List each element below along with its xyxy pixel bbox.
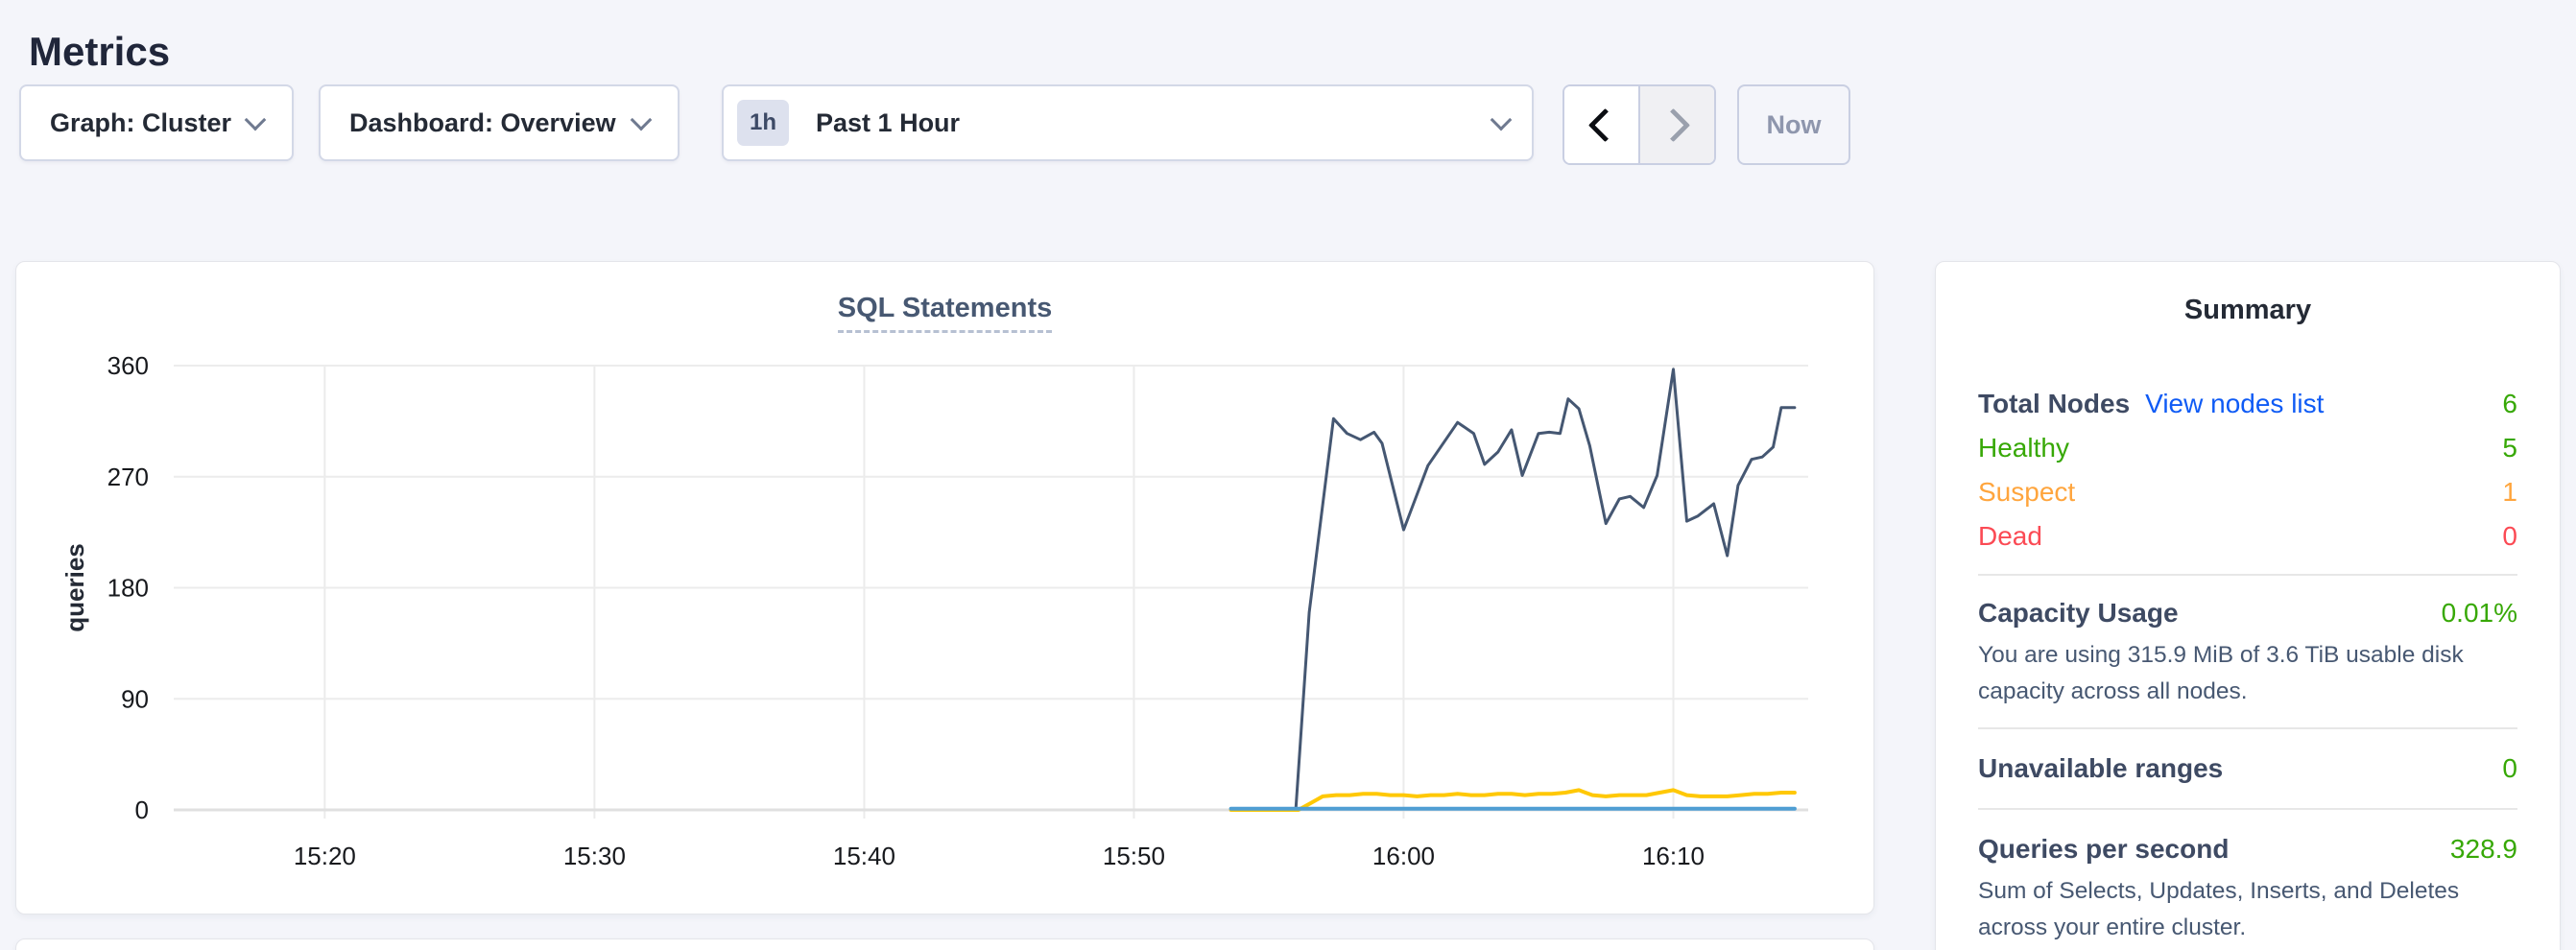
svg-text:15:50: 15:50 [1103,842,1165,870]
capacity-usage-value: 0.01% [2442,598,2517,629]
metrics-page: Metrics Graph: Cluster Dashboard: Overvi… [0,0,2576,950]
now-button[interactable]: Now [1737,84,1850,165]
time-shortcut-badge: 1h [737,100,789,146]
time-next-button[interactable] [1638,86,1714,163]
chart-title[interactable]: SQL Statements [838,293,1052,333]
svg-text:16:10: 16:10 [1642,842,1705,870]
capacity-usage-label: Capacity Usage [1978,598,2179,629]
capacity-usage-description: You are using 315.9 MiB of 3.6 TiB usabl… [1978,637,2517,710]
queries-per-second-description: Sum of Selects, Updates, Inserts, and De… [1978,873,2517,946]
svg-text:0: 0 [135,796,149,824]
total-nodes-value: 6 [2502,389,2517,419]
healthy-nodes-row: Healthy 5 [1978,426,2517,470]
summary-panel: Summary Total Nodes View nodes list 6 He… [1935,261,2561,950]
divider [1978,727,2517,729]
healthy-label: Healthy [1978,433,2069,463]
chevron-down-icon [631,109,653,131]
svg-text:270: 270 [107,463,149,491]
dashboard-selector-dropdown[interactable]: Dashboard: Overview [319,84,680,161]
capacity-usage-row: Capacity Usage 0.01% [1978,591,2517,635]
divider [1978,574,2517,576]
summary-title: Summary [1978,295,2517,326]
healthy-value: 5 [2502,433,2517,463]
time-prev-button[interactable] [1564,86,1638,163]
toolbar: Graph: Cluster Dashboard: Overview 1h Pa… [19,84,1850,165]
svg-text:15:40: 15:40 [833,842,895,870]
dead-label: Dead [1978,521,2042,552]
time-step-buttons [1562,84,1716,165]
dashboard-selector-label: Dashboard: Overview [349,108,616,138]
graph-selector-label: Graph: Cluster [50,108,231,138]
svg-text:360: 360 [107,351,149,380]
chart-title-wrap: SQL Statements [16,293,1873,333]
queries-per-second-value: 328.9 [2450,834,2517,865]
suspect-label: Suspect [1978,477,2075,508]
svg-text:180: 180 [107,574,149,603]
graph-selector-dropdown[interactable]: Graph: Cluster [19,84,294,161]
time-range-label: Past 1 Hour [816,108,960,138]
next-chart-card-edge [15,938,1874,950]
view-nodes-link[interactable]: View nodes list [2145,389,2324,419]
queries-per-second-row: Queries per second 328.9 [1978,827,2517,871]
svg-text:queries: queries [60,543,89,632]
svg-text:90: 90 [121,684,149,713]
queries-per-second-label: Queries per second [1978,834,2229,865]
svg-text:15:30: 15:30 [563,842,626,870]
unavailable-ranges-value: 0 [2502,753,2517,784]
suspect-nodes-row: Suspect 1 [1978,470,2517,514]
chevron-down-icon [1491,109,1513,131]
sql-statements-chart[interactable]: 15:20 15:30 15:40 15:50 16:00 16:10 0 90 180 270 3… [16,262,1875,915]
time-range-dropdown[interactable]: 1h Past 1 Hour [722,84,1534,161]
unavailable-ranges-label: Unavailable ranges [1978,753,2223,784]
total-nodes-label: Total Nodes [1978,389,2130,419]
chevron-left-icon [1588,107,1622,141]
svg-text:16:00: 16:00 [1372,842,1435,870]
sql-statements-chart-card: SQL Statements 15:20 15:30 15:40 15:50 16:00… [15,261,1874,914]
chevron-right-icon [1657,107,1690,141]
unavailable-ranges-row: Unavailable ranges 0 [1978,747,2517,791]
page-title: Metrics [29,29,170,75]
dead-nodes-row: Dead 0 [1978,514,2517,558]
suspect-value: 1 [2502,477,2517,508]
svg-text:15:20: 15:20 [294,842,356,870]
total-nodes-row: Total Nodes View nodes list 6 [1978,382,2517,426]
divider [1978,808,2517,810]
dead-value: 0 [2502,521,2517,552]
chevron-down-icon [245,109,267,131]
